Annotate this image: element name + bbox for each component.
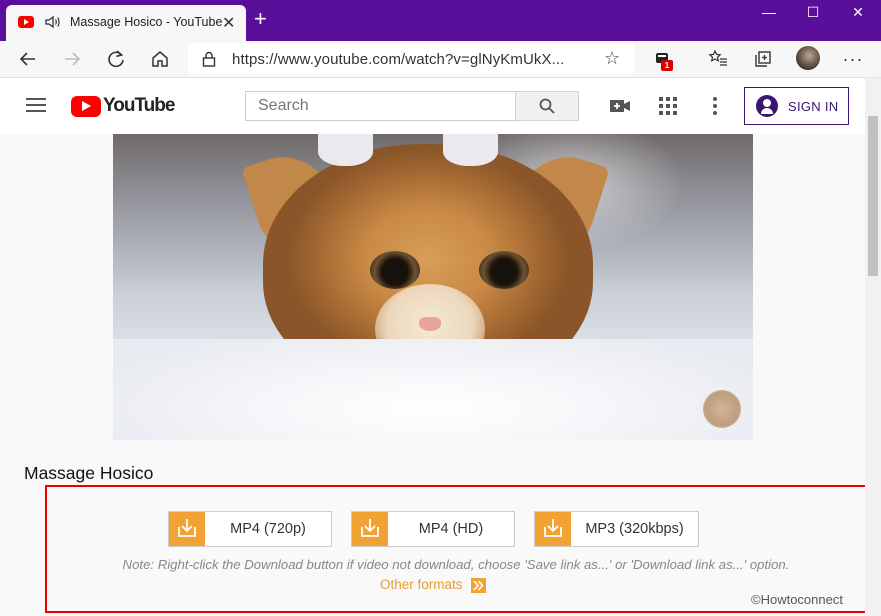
extension-badge: 1 [661,60,673,71]
favorite-star-icon[interactable]: ☆ [604,48,620,69]
favorites-list-icon [708,49,727,66]
web-page: YouTube SIGN IN [0,78,867,616]
youtube-wordmark[interactable]: YouTube [103,95,175,117]
download-mp3-button[interactable]: MP3 (320kbps) [534,511,699,547]
other-formats-link[interactable]: Other formats [380,577,463,592]
youtube-logo-icon[interactable] [71,96,101,117]
download-mp4-hd-button[interactable]: MP4 (HD) [351,511,515,547]
address-bar[interactable]: https://www.youtube.com/watch?v=glNyKmUk… [188,43,634,75]
close-window-button[interactable]: ✕ [835,4,881,26]
forward-arrow-icon [65,52,81,66]
url-text[interactable]: https://www.youtube.com/watch?v=glNyKmUk… [232,51,564,68]
maximize-button[interactable]: ☐ [790,4,836,26]
collections-button[interactable] [750,46,776,72]
double-chevron-right-icon[interactable] [471,578,486,593]
lock-icon[interactable] [202,51,216,67]
vertical-more-icon[interactable] [703,94,727,118]
profile-avatar[interactable] [796,46,820,70]
audio-playing-icon[interactable] [44,14,62,30]
refresh-button[interactable] [103,46,129,72]
youtube-header: YouTube SIGN IN [0,78,865,134]
video-title: Massage Hosico [24,463,154,483]
menu-hamburger-icon[interactable] [26,98,46,113]
download-icon [169,512,205,546]
video-frame-detail [419,317,441,331]
browser-tab[interactable]: Massage Hosico - YouTube ✕ [6,5,246,41]
search-input[interactable] [246,92,515,120]
sign-in-button[interactable]: SIGN IN [744,87,849,125]
download-button-label: MP3 (320kbps) [585,521,684,537]
video-player[interactable] [113,134,753,440]
video-frame-detail [479,251,529,289]
forward-button[interactable] [59,46,85,72]
download-button-label: MP4 (720p) [230,521,306,537]
collections-icon [755,51,771,67]
minimize-button[interactable]: — [746,4,792,26]
page-scrollbar[interactable] [865,78,881,616]
search-box [245,91,516,121]
youtube-favicon-icon [18,16,34,28]
download-mp4-720p-button[interactable]: MP4 (720p) [168,511,332,547]
back-arrow-icon [19,52,35,66]
tab-close-icon[interactable]: ✕ [222,13,235,33]
browser-window: Massage Hosico - YouTube ✕ + — ☐ ✕ https… [0,0,881,616]
video-frame-detail [370,251,420,289]
credit-watermark: ©Howtoconnect [751,592,843,607]
more-dots-icon: ··· [842,48,864,69]
home-button[interactable] [147,46,173,72]
search-button[interactable] [515,91,579,121]
video-frame-detail [318,134,373,166]
channel-watermark-icon[interactable] [703,390,741,428]
account-circle-icon [756,95,778,117]
search-icon [539,98,555,114]
tab-title: Massage Hosico - YouTube [70,15,223,29]
sign-in-label: SIGN IN [788,98,839,114]
download-button-label: MP4 (HD) [418,521,484,537]
download-icon [535,512,571,546]
scrollbar-thumb[interactable] [868,116,878,276]
new-tab-button[interactable]: + [254,8,267,30]
download-icon [352,512,388,546]
video-frame-blanket [113,339,753,440]
title-bar: Massage Hosico - YouTube ✕ + — ☐ ✕ [0,0,881,41]
home-icon [152,51,168,67]
create-video-icon[interactable] [608,94,632,118]
browser-toolbar: https://www.youtube.com/watch?v=glNyKmUk… [0,41,881,78]
video-frame-detail [443,134,498,166]
favorites-button[interactable] [705,46,731,72]
apps-grid-icon[interactable] [656,94,680,118]
refresh-icon [108,50,124,68]
download-note: Note: Right-click the Download button if… [122,557,790,572]
back-button[interactable] [15,46,41,72]
settings-menu-button[interactable]: ··· [840,46,866,72]
download-panel: MP4 (720p) MP4 (HD) MP3 (320kbps) Note: … [45,485,867,613]
